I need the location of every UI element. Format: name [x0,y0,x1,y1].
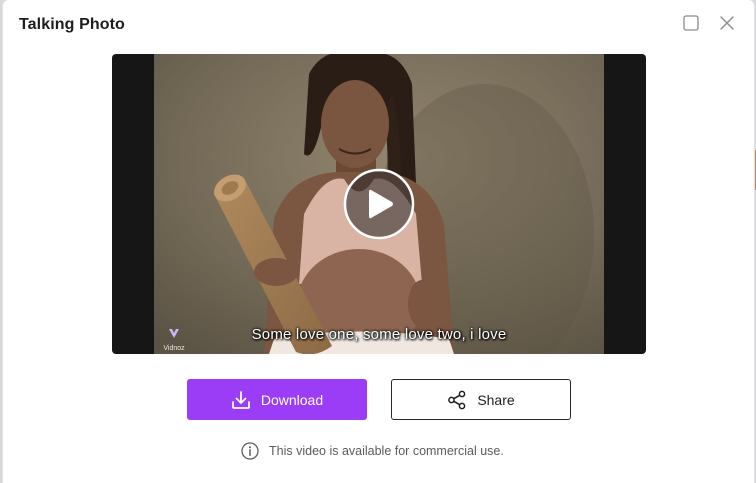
download-icon [231,390,250,409]
info-icon [241,442,259,460]
share-button[interactable]: Share [391,379,571,420]
share-icon [448,390,466,409]
download-label: Download [260,391,324,408]
notice-text: This video is available for commercial u… [269,444,504,458]
watermark-text: Vidnoz [163,345,185,352]
maximize-button[interactable] [680,12,702,34]
video-subtitle: Some love one, some love two, i love [251,326,507,343]
video-player[interactable]: Vidnoz Some love one, some love two, i l… [112,54,646,354]
talking-photo-dialog: Talking Photo Vidnoz Some love one, some… [3,0,754,483]
maximize-square-icon [683,15,699,31]
commercial-use-notice: This video is available for commercial u… [241,442,504,460]
play-button[interactable] [343,168,415,240]
close-button[interactable] [716,12,738,34]
dialog-title: Talking Photo [19,16,125,33]
share-label: Share [477,391,515,408]
download-button[interactable]: Download [187,379,367,420]
close-x-icon [720,16,734,30]
play-icon [343,168,415,240]
